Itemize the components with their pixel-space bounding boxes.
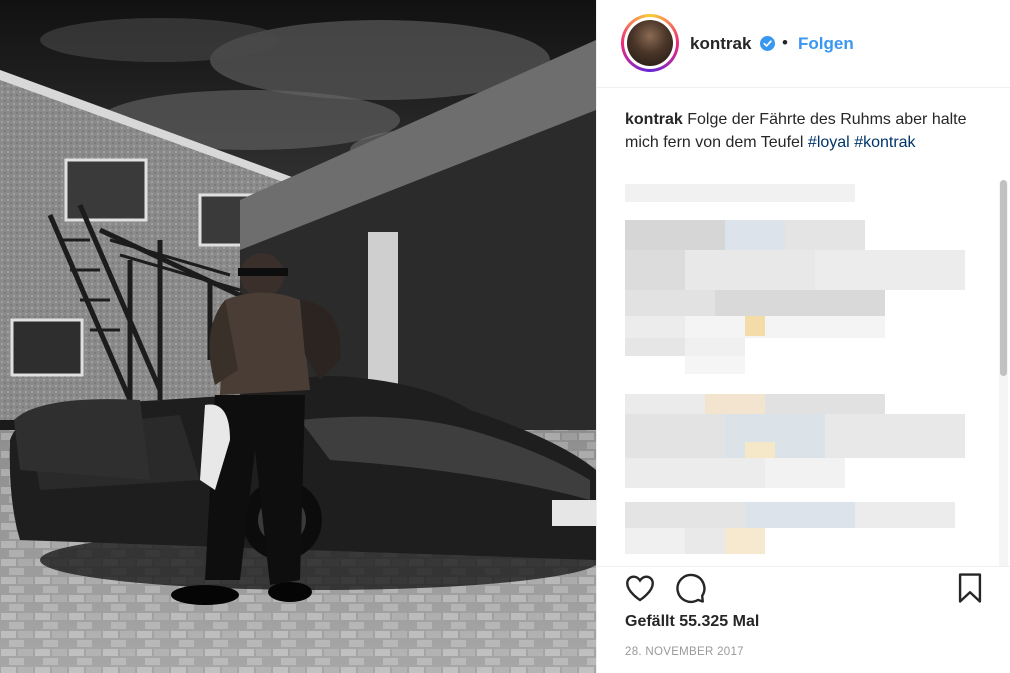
blurred-comments [625,184,965,554]
follow-button[interactable]: Folgen [798,34,854,54]
hashtag-kontrak[interactable]: #kontrak [854,134,915,151]
comment-bubble-icon[interactable] [673,571,707,605]
verified-badge-icon [760,36,775,51]
post-header: kontrak • Folgen [597,0,1010,88]
heart-icon[interactable] [623,571,657,605]
post-caption: kontrak Folge der Fährte des Ruhms aber … [625,108,985,154]
bookmark-icon[interactable] [953,571,987,605]
hashtag-loyal[interactable]: #loyal [808,134,850,151]
post-side-panel: kontrak • Folgen kontrak Folge der Fährt… [596,0,1010,673]
scrollbar-thumb[interactable] [1000,180,1007,376]
post-image [0,0,596,673]
post-photo[interactable] [0,0,596,673]
post-actions: Gefällt 55.325 Mal 28. NOVEMBER 2017 [597,566,1010,673]
avatar-image [627,20,673,66]
comments-area[interactable]: kontrak Folge der Fährte des Ruhms aber … [597,88,1010,566]
avatar[interactable] [621,14,679,72]
likes-count[interactable]: Gefällt 55.325 Mal [625,613,759,631]
post-date[interactable]: 28. NOVEMBER 2017 [625,646,744,658]
header-separator: • [782,33,788,52]
caption-username[interactable]: kontrak [625,111,683,128]
header-username[interactable]: kontrak [690,34,751,54]
